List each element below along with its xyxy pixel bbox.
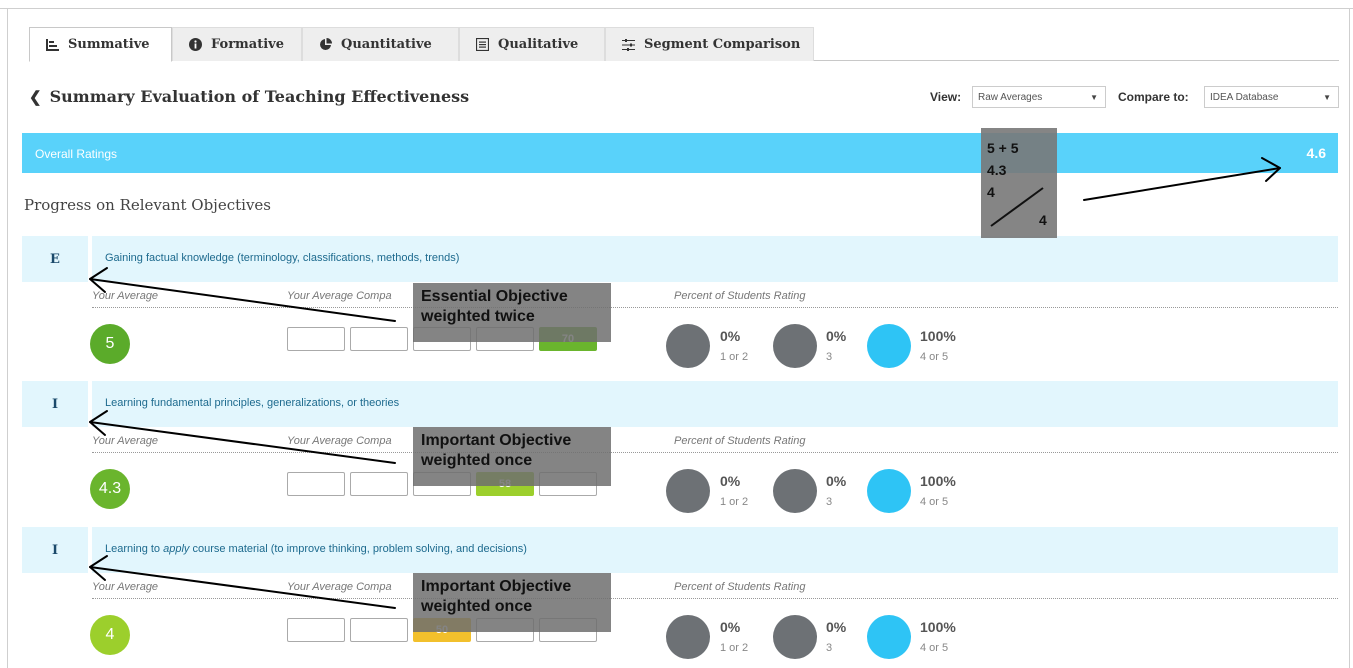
- tab-label: Formative: [211, 37, 284, 52]
- tab-qualitative[interactable]: Qualitative: [459, 27, 605, 61]
- pct-high-label: 4 or 5: [920, 642, 949, 654]
- pct-high-label: 4 or 5: [920, 351, 949, 363]
- objective-letter: I: [22, 381, 88, 427]
- tab-label: Quantitative: [341, 37, 432, 52]
- pct-circle-mid: [773, 469, 817, 513]
- tab-label: Segment Comparison: [644, 37, 801, 52]
- overall-ratings-bar[interactable]: Overall Ratings 4.6: [22, 133, 1338, 173]
- tab-segment-comparison[interactable]: Segment Comparison: [605, 27, 814, 61]
- window-top-border: [0, 0, 1353, 9]
- average-circle: 5: [90, 324, 130, 364]
- overall-ratings-score: 4.6: [1306, 145, 1326, 161]
- average-circle: 4.3: [90, 469, 130, 509]
- col-percent-rating: Percent of Students Rating: [674, 290, 806, 302]
- pct-high-value: 100%: [920, 328, 956, 344]
- pct-low-label: 1 or 2: [720, 642, 749, 654]
- overall-ratings-label: Overall Ratings: [35, 147, 118, 161]
- pct-circle-high: [867, 615, 911, 659]
- pct-high-value: 100%: [920, 619, 956, 635]
- chevron-left-icon[interactable]: ❮: [29, 88, 42, 106]
- objective-header: Learning to apply course material (to im…: [92, 527, 1338, 573]
- window-left-border: [7, 9, 8, 668]
- list-icon: [476, 38, 489, 51]
- objective-header: Learning fundamental principles, general…: [92, 381, 1338, 427]
- annotation-box: Important Objective weighted once: [413, 573, 611, 632]
- objective-row: E Gaining factual knowledge (terminology…: [22, 236, 1338, 368]
- objective-letter: E: [22, 236, 88, 282]
- dotted-divider: [92, 598, 1338, 599]
- caret-down-icon: ▼: [1323, 93, 1331, 102]
- annotation-box: Essential Objective weighted twice: [413, 283, 611, 342]
- average-circle: 4: [90, 615, 130, 655]
- dotted-divider: [92, 307, 1338, 308]
- tab-summative[interactable]: Summative: [29, 27, 172, 62]
- pct-mid-label: 3: [826, 496, 833, 508]
- compare-select-value: IDEA Database: [1210, 91, 1279, 103]
- pct-circle-low: [666, 469, 710, 513]
- section-title: Progress on Relevant Objectives: [24, 196, 271, 214]
- pct-low-value: 0%: [720, 619, 741, 635]
- tab-label: Qualitative: [498, 37, 579, 52]
- pct-low-label: 1 or 2: [720, 496, 749, 508]
- compare-box: [350, 472, 408, 496]
- col-your-average: Your Average: [92, 435, 159, 447]
- pct-circle-low: [666, 324, 710, 368]
- col-your-average-compared: Your Average Compa: [287, 435, 392, 447]
- compare-label: Compare to:: [1118, 90, 1189, 104]
- pct-mid-value: 0%: [826, 328, 847, 344]
- pct-low-value: 0%: [720, 473, 741, 489]
- pie-chart-icon: [319, 38, 332, 51]
- compare-box: [287, 618, 345, 642]
- view-label: View:: [930, 90, 962, 104]
- tab-label: Summative: [68, 37, 150, 52]
- col-your-average: Your Average: [92, 290, 159, 302]
- fraction-slash: [990, 187, 1044, 227]
- bar-chart-icon: [46, 38, 59, 51]
- tab-quantitative[interactable]: Quantitative: [302, 27, 459, 61]
- weighted-average-formula: 5 + 5 4.3 4 4: [981, 128, 1057, 238]
- view-select-value: Raw Averages: [978, 91, 1043, 103]
- sliders-icon: [622, 38, 635, 51]
- objective-text[interactable]: Gaining factual knowledge (terminology, …: [105, 252, 459, 264]
- tab-formative[interactable]: Formative: [172, 27, 302, 61]
- compare-box: [350, 327, 408, 351]
- pct-circle-low: [666, 615, 710, 659]
- page-title-text: Summary Evaluation of Teaching Effective…: [49, 87, 470, 106]
- objective-row: I Learning fundamental principles, gener…: [22, 381, 1338, 513]
- pct-mid-label: 3: [826, 642, 833, 654]
- annotation-box: Important Objective weighted once: [413, 427, 611, 486]
- col-percent-rating: Percent of Students Rating: [674, 435, 806, 447]
- col-your-average: Your Average: [92, 581, 159, 593]
- compare-box: [350, 618, 408, 642]
- objective-row: I Learning to apply course material (to …: [22, 527, 1338, 659]
- compare-box: [287, 327, 345, 351]
- pct-circle-high: [867, 324, 911, 368]
- pct-mid-label: 3: [826, 351, 833, 363]
- pct-circle-mid: [773, 324, 817, 368]
- view-select[interactable]: Raw Averages ▼: [972, 86, 1106, 108]
- report-tabs: Summative Formative Quantitative Qualita…: [29, 27, 1339, 62]
- page-title: ❮ Summary Evaluation of Teaching Effecti…: [29, 87, 469, 106]
- dotted-divider: [92, 452, 1338, 453]
- window-right-border: [1349, 9, 1350, 668]
- objective-letter: I: [22, 527, 88, 573]
- col-percent-rating: Percent of Students Rating: [674, 581, 806, 593]
- caret-down-icon: ▼: [1090, 93, 1098, 102]
- pct-mid-value: 0%: [826, 619, 847, 635]
- pct-high-label: 4 or 5: [920, 496, 949, 508]
- col-your-average-compared: Your Average Compa: [287, 581, 392, 593]
- info-icon: [189, 38, 202, 51]
- objective-header: Gaining factual knowledge (terminology, …: [92, 236, 1338, 282]
- pct-mid-value: 0%: [826, 473, 847, 489]
- objective-text[interactable]: Learning fundamental principles, general…: [105, 397, 399, 409]
- pct-high-value: 100%: [920, 473, 956, 489]
- col-your-average-compared: Your Average Compa: [287, 290, 392, 302]
- pct-low-label: 1 or 2: [720, 351, 749, 363]
- compare-select[interactable]: IDEA Database ▼: [1204, 86, 1339, 108]
- pct-circle-mid: [773, 615, 817, 659]
- pct-circle-high: [867, 469, 911, 513]
- pct-low-value: 0%: [720, 328, 741, 344]
- compare-box: [287, 472, 345, 496]
- objective-text[interactable]: Learning to apply course material (to im…: [105, 543, 527, 555]
